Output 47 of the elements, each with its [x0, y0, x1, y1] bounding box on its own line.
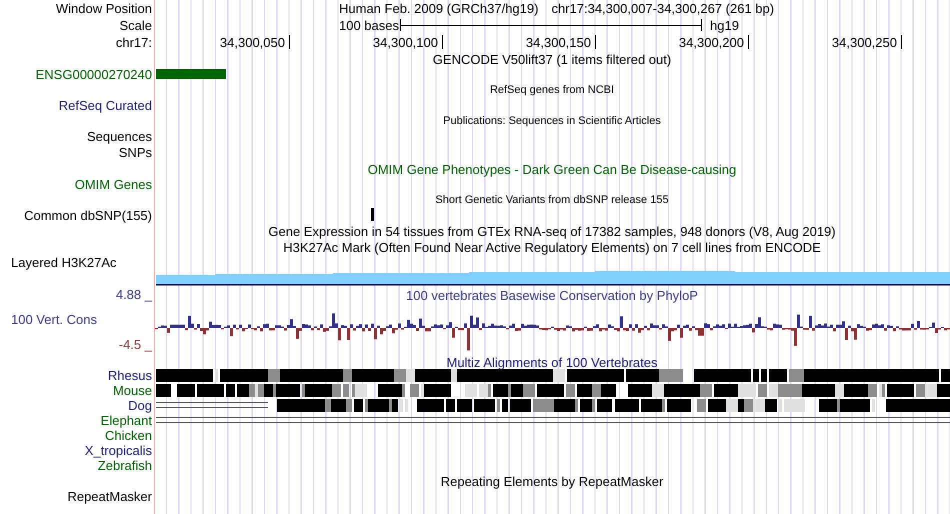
row-label: Scale: [119, 18, 152, 32]
track-label: Chicken: [105, 428, 152, 443]
track-label: 4.88 _: [116, 287, 152, 302]
track-label: X_tropicalis: [84, 443, 152, 458]
ruler-tick-label: 34,300,150: [526, 35, 591, 50]
tick-mark: [901, 35, 902, 49]
track-label: Elephant: [100, 413, 152, 428]
track-label[interactable]: ENSG00000270240: [36, 67, 152, 82]
track-title: GENCODE V50lift37 (1 items filtered out): [432, 52, 672, 66]
track-label: -4.5 _: [118, 337, 152, 352]
track-label[interactable]: SNPs: [118, 145, 152, 160]
position-text: chr17:34,300,007-34,300,267 (261 bp): [551, 0, 774, 16]
row-label: Window Position: [56, 0, 152, 16]
tick-mark: [289, 35, 290, 49]
tick-mark: [595, 35, 596, 49]
track-title: OMIM Gene Phenotypes - Dark Green Can Be Disease-causing: [368, 162, 736, 176]
assembly-name: Human Feb. 2009 (GRCh37/hg19): [339, 0, 538, 16]
gene-feature: [156, 69, 226, 79]
track-title: Short Genetic Variants from dbSNP release 155: [435, 192, 669, 208]
track-label[interactable]: RefSeq Curated: [58, 98, 152, 113]
track-label: Mouse: [112, 383, 152, 398]
track-label[interactable]: OMIM Genes: [74, 177, 152, 192]
track-label: Rhesus: [108, 368, 152, 383]
tick-mark: [748, 35, 749, 49]
chromosome-label: chr17:: [116, 35, 152, 50]
ruler-tick-label: 34,300,050: [220, 35, 285, 50]
tick-mark: [442, 35, 443, 49]
assembly-label: hg19: [710, 18, 739, 32]
track-title: RefSeq genes from NCBI: [490, 82, 614, 98]
track-label[interactable]: Common dbSNP(155): [24, 208, 152, 223]
track-label: Zebrafish: [98, 458, 152, 473]
track-label: Dog: [128, 398, 152, 413]
track-title: Multiz Alignments of 100 Vertebrates: [446, 355, 658, 370]
track-label[interactable]: Layered H3K27Ac: [0, 255, 117, 270]
track-title: Gene Expression in 54 tissues from GTEx RNA-seq of 17382 samples, 948 donors (V8, Aug 2019): [268, 224, 836, 238]
track-label[interactable]: 100 Vert. Cons: [0, 312, 97, 327]
track-label[interactable]: Sequences: [86, 129, 152, 144]
track-label[interactable]: RepeatMasker: [67, 489, 152, 504]
track-title: Repeating Elements by RepeatMasker: [440, 474, 664, 488]
track-title: 100 vertebrates Basewise Conservation by PhyloP: [406, 288, 698, 303]
ruler-tick-label: 34,300,200: [678, 35, 744, 50]
ruler-tick-label: 34,300,100: [372, 35, 438, 50]
track-title: Publications: Sequences in Scientific Articles: [443, 114, 661, 128]
snp-mark: [371, 208, 374, 221]
ruler-tick-label: 34,300,250: [832, 35, 897, 50]
track-title: H3K27Ac Mark (Often Found Near Active Regulatory Elements) on 7 cell lines from ENCODE: [283, 240, 821, 254]
scale-length: 100 bases: [339, 18, 399, 32]
